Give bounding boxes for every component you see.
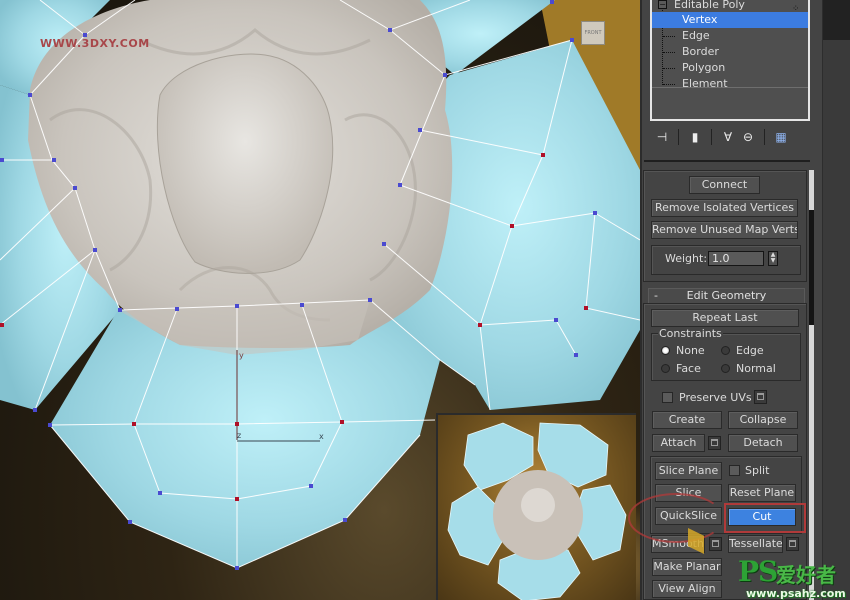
toolbar-separator <box>764 129 765 145</box>
tree-branch <box>663 68 675 69</box>
slice-plane-button[interactable]: Slice Plane <box>655 462 722 480</box>
reference-thumbnail <box>436 413 636 600</box>
constraints-label: Constraints <box>658 327 723 340</box>
viewcube-label: FRONT <box>584 30 602 36</box>
toolbar-separator <box>678 129 679 145</box>
stack-item-edge[interactable]: Edge <box>682 28 710 44</box>
cut-highlight-annotation <box>724 503 806 533</box>
panel-scrollbar-thumb[interactable] <box>809 210 814 325</box>
split-checkbox[interactable] <box>729 465 740 476</box>
thumb-petal <box>575 484 627 561</box>
constraint-normal-label: Normal <box>736 362 776 375</box>
gizmo-y-label: y <box>239 351 244 360</box>
constraint-face-radio[interactable] <box>661 364 670 373</box>
collapse-button[interactable]: Collapse <box>728 411 798 429</box>
attach-list-button[interactable] <box>708 436 721 450</box>
stack-item-polygon[interactable]: Polygon <box>682 60 725 76</box>
weight-label: Weight: <box>665 252 708 265</box>
edit-geometry-rollout-header[interactable]: - Edit Geometry <box>648 288 805 304</box>
site-watermark-3dxy: WWW.3DXY.COM <box>40 37 150 50</box>
rollout-collapse-icon: - <box>654 289 658 302</box>
annotation-circle <box>628 493 724 543</box>
preserve-uvs-checkbox[interactable] <box>662 392 673 403</box>
stack-item-element[interactable]: Element <box>682 76 728 92</box>
constraint-edge-label: Edge <box>736 344 764 357</box>
stack-item-border[interactable]: Border <box>682 44 719 60</box>
make-unique-icon[interactable]: ∀ <box>718 128 738 146</box>
thumbnail-flower <box>447 422 627 600</box>
configure-modifier-sets-icon[interactable]: ▦ <box>771 128 791 146</box>
constraint-normal-radio[interactable] <box>721 364 730 373</box>
viewcube[interactable]: FRONT <box>581 21 605 45</box>
modifier-stack-list[interactable]: − Editable Poly Vertex Edge Border Polyg… <box>650 0 810 121</box>
weight-field[interactable] <box>708 251 764 266</box>
toolbar-separator <box>711 129 712 145</box>
connect-button[interactable]: Connect <box>689 176 760 194</box>
thumb-bulb <box>521 488 555 522</box>
pin-stack-icon[interactable]: ⊣ <box>652 128 672 146</box>
stack-divider <box>652 87 808 88</box>
tree-branch <box>663 36 675 37</box>
gizmo-z-label: z <box>237 431 242 440</box>
rollout-divider <box>644 160 810 165</box>
tessellate-settings-button[interactable] <box>786 537 799 551</box>
remove-modifier-icon[interactable]: ⊖ <box>738 128 758 146</box>
make-planar-button[interactable]: Make Planar <box>652 558 722 576</box>
stack-toolbar: ⊣ ▮ ∀ ⊖ ▦ <box>652 126 812 148</box>
remove-unused-map-verts-button[interactable]: Remove Unused Map Verts <box>651 221 798 239</box>
gizmo-x-label: x <box>319 432 324 441</box>
tree-branch <box>663 52 675 53</box>
show-end-result-icon[interactable]: ▮ <box>685 128 705 146</box>
constraints-group <box>651 333 801 381</box>
tree-branch <box>663 84 675 85</box>
view-align-button[interactable]: View Align <box>652 580 722 598</box>
right-dock-area <box>822 0 850 600</box>
msmooth-settings-button[interactable] <box>709 537 722 551</box>
viewport-front[interactable]: WWW.3DXY.COM FRONT y z x <box>0 0 640 600</box>
split-label: Split <box>745 464 770 477</box>
rollout-title: Edit Geometry <box>686 289 767 302</box>
stack-item-vertex[interactable]: Vertex <box>652 12 808 28</box>
create-button[interactable]: Create <box>652 411 722 429</box>
constraint-none-label: None <box>676 344 705 357</box>
repeat-last-button[interactable]: Repeat Last <box>651 309 799 327</box>
attach-button[interactable]: Attach <box>652 434 705 452</box>
tessellate-button[interactable]: Tessellate <box>728 535 783 553</box>
constraint-face-label: Face <box>676 362 701 375</box>
flower-center-bulb <box>156 53 334 274</box>
preserve-uvs-label: Preserve UVs <box>679 391 752 404</box>
constraint-edge-radio[interactable] <box>721 346 730 355</box>
vertex-subobject-icon: ⁘ <box>792 4 800 14</box>
constraint-none-radio[interactable] <box>661 346 670 355</box>
collapse-tree-icon[interactable]: − <box>658 0 667 9</box>
preserve-uvs-settings-button[interactable] <box>754 390 767 404</box>
remove-isolated-vertices-button[interactable]: Remove Isolated Vertices <box>651 199 798 217</box>
reset-plane-button[interactable]: Reset Plane <box>728 484 796 502</box>
weight-spinner-arrows[interactable]: ▲ ▼ <box>768 251 778 266</box>
detach-button[interactable]: Detach <box>728 434 798 452</box>
